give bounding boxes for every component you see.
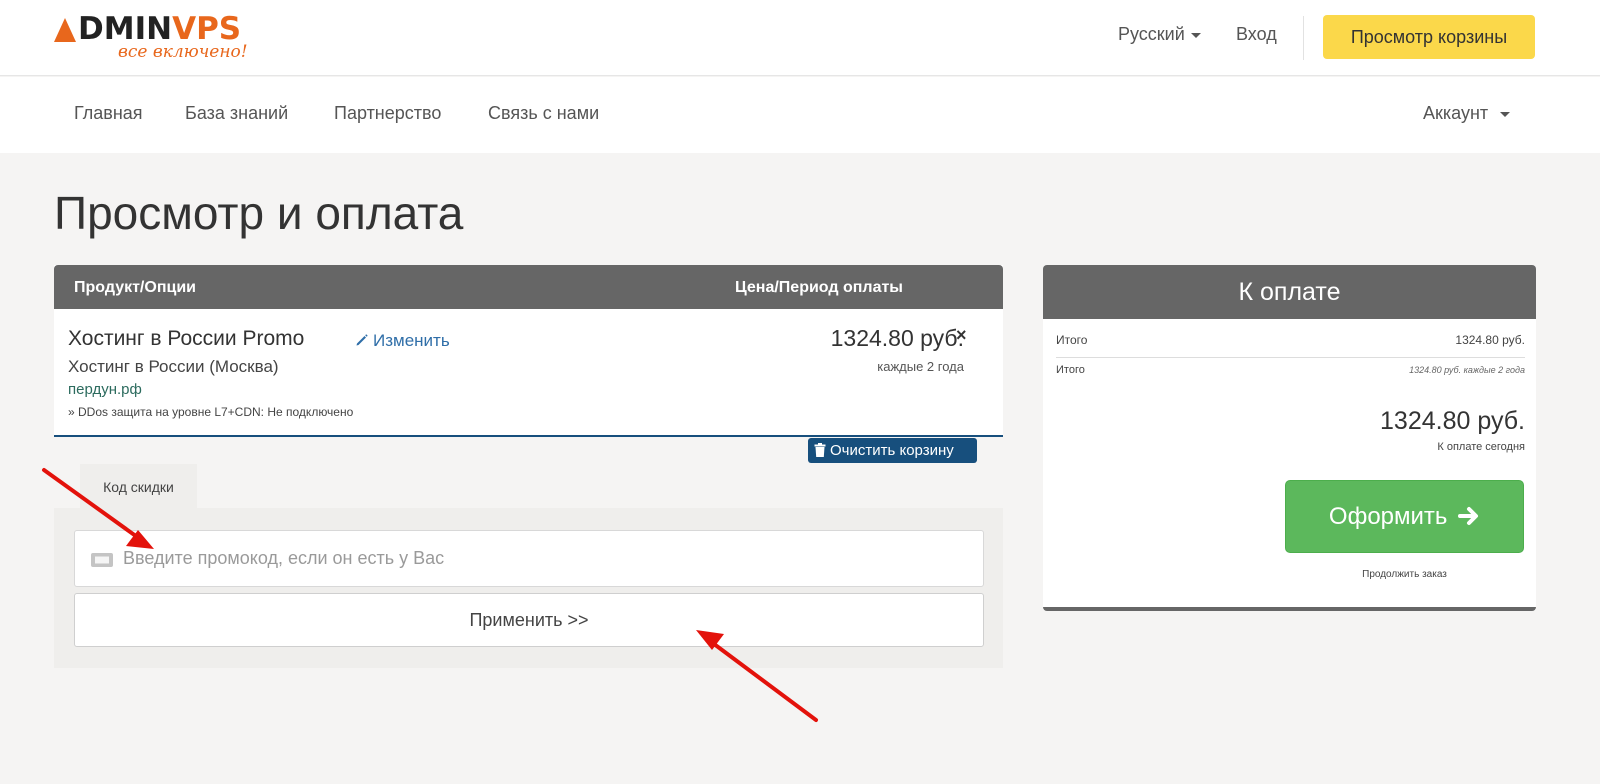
recurring-label: Итого: [1056, 364, 1085, 376]
summary-title: К оплате: [1043, 265, 1536, 319]
language-dropdown[interactable]: Русский: [1118, 24, 1201, 45]
product-option: » DDos защита на уровне L7+CDN: Не подкл…: [68, 405, 354, 419]
subtotal-value: 1324.80 руб.: [1455, 333, 1525, 347]
continue-shopping-link[interactable]: Продолжить заказ: [1285, 569, 1524, 580]
product-name: Хостинг в России Promo: [68, 327, 305, 350]
tab-promo-code[interactable]: Код скидки: [80, 464, 197, 510]
item-price: 1324.80 руб.: [830, 325, 964, 351]
top-header: ADMINVPS все включено! Русский Вход Прос…: [0, 0, 1600, 76]
logo-wordmark: ADMINVPS: [54, 12, 241, 46]
column-header-product: Продукт/Опции: [74, 279, 196, 296]
remove-item-icon[interactable]: ×: [956, 325, 967, 346]
logo-triangle-icon: [54, 18, 76, 42]
product-group: Хостинг в России (Москва): [68, 357, 279, 376]
login-link[interactable]: Вход: [1236, 24, 1277, 45]
cart-item-row: Хостинг в России Promo Изменить Хостинг …: [54, 309, 1003, 437]
language-label: Русский: [1118, 24, 1185, 44]
trash-icon: [814, 443, 826, 457]
header-divider: [1303, 16, 1304, 60]
clear-cart-button[interactable]: Очистить корзину: [808, 438, 977, 463]
cart-table: Продукт/Опции Цена/Период оплаты Хостинг…: [54, 265, 1003, 437]
recurring-line: Итого 1324.80 руб. каждые 2 года: [1056, 364, 1525, 376]
item-billing-period: каждые 2 года: [877, 359, 964, 374]
main-nav: Главная База знаний Партнерство Связь с …: [0, 77, 1600, 153]
nav-item-partnership[interactable]: Партнерство: [334, 103, 441, 124]
edit-label: Изменить: [373, 331, 450, 350]
promo-code-input[interactable]: [123, 531, 973, 586]
total-due: 1324.80 руб.: [1380, 407, 1525, 435]
view-cart-button[interactable]: Просмотр корзины: [1323, 15, 1535, 59]
ticket-icon: [91, 553, 113, 567]
edit-product-link[interactable]: Изменить: [355, 331, 450, 351]
subtotal-line: Итого 1324.80 руб.: [1056, 333, 1525, 347]
product-domain: пердун.рф: [68, 381, 142, 398]
caret-down-icon: [1190, 32, 1201, 38]
cart-table-header: Продукт/Опции Цена/Период оплаты: [54, 265, 1003, 309]
nav-item-home[interactable]: Главная: [74, 103, 143, 124]
column-header-price: Цена/Период оплаты: [735, 279, 903, 296]
apply-promo-button[interactable]: Применить >>: [74, 593, 984, 647]
clear-cart-label: Очистить корзину: [830, 442, 954, 459]
adminvps-logo[interactable]: ADMINVPS все включено!: [54, 12, 264, 64]
page-title: Просмотр и оплата: [54, 187, 464, 239]
recurring-value: 1324.80 руб. каждые 2 года: [1409, 365, 1525, 375]
account-dropdown[interactable]: Аккаунт: [1423, 103, 1511, 124]
order-summary-panel: К оплате Итого 1324.80 руб. Итого 1324.8…: [1043, 265, 1536, 611]
nav-item-knowledgebase[interactable]: База знаний: [185, 103, 288, 124]
summary-divider: [1056, 357, 1525, 358]
checkout-label: Оформить: [1328, 503, 1448, 530]
checkout-button[interactable]: Оформить: [1285, 480, 1524, 553]
caret-down-icon: [1500, 111, 1511, 117]
subtotal-label: Итого: [1056, 333, 1088, 347]
logo-tagline: все включено!: [118, 42, 248, 62]
account-label: Аккаунт: [1423, 103, 1489, 123]
pencil-icon: [356, 334, 368, 346]
promo-panel: Применить >>: [54, 508, 1003, 668]
promo-input-group: [74, 530, 984, 587]
nav-item-contact[interactable]: Связь с нами: [488, 103, 599, 124]
arrow-right-icon: [1458, 507, 1479, 525]
total-due-label: К оплате сегодня: [1437, 441, 1525, 453]
